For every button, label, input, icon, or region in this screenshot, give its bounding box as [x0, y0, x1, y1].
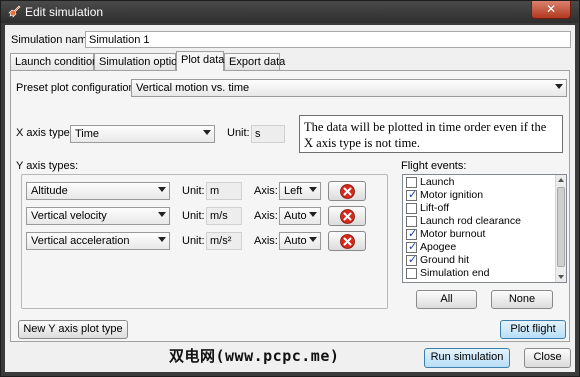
check-icon: ✓ [408, 189, 418, 201]
delete-icon [340, 209, 355, 224]
time-order-note: The data will be plotted in time order e… [299, 115, 563, 153]
yaxis-types-group: Altitude Unit: m Axis: Left Vertical vel… [21, 174, 388, 309]
yaxis-axis-select[interactable]: Auto [279, 232, 321, 250]
yaxis-type-select[interactable]: Altitude [26, 182, 170, 200]
xaxis-unit-field[interactable]: s [251, 125, 285, 143]
tab-launch-conditions[interactable]: Launch conditions [10, 53, 104, 70]
yaxis-axis-value: Left [284, 185, 303, 197]
event-label: Motor ignition [420, 189, 484, 201]
event-label: Launch [420, 176, 455, 188]
yaxis-type-value: Altitude [31, 185, 68, 197]
checkbox[interactable] [406, 268, 417, 279]
chevron-down-icon [158, 212, 166, 217]
close-button[interactable]: Close [524, 348, 571, 368]
yaxis-type-value: Vertical acceleration [31, 235, 130, 247]
window-close-button[interactable]: ✕ [531, 1, 571, 19]
xaxis-type-value: Time [75, 128, 100, 140]
scroll-up-icon[interactable] [558, 178, 564, 182]
checkbox[interactable]: ✓ [406, 254, 418, 266]
remove-yaxis-button[interactable] [328, 206, 366, 226]
delete-icon [340, 184, 355, 199]
event-label: Motor burnout [420, 228, 486, 240]
simulation-name-input[interactable]: Simulation 1 [85, 31, 571, 48]
select-none-events-button[interactable]: None [491, 290, 553, 309]
flight-events-list: Launch ✓ Motor ignition Lift-off Launch … [402, 174, 567, 283]
event-label: Ground hit [420, 254, 470, 266]
event-label: Simulation end [420, 267, 490, 279]
event-label: Lift-off [420, 202, 449, 214]
tab-plot-data[interactable]: Plot data [176, 51, 224, 71]
xaxis-type-label: X axis type: [16, 127, 73, 139]
event-label: Apogee [420, 241, 457, 253]
checkbox[interactable]: ✓ [406, 228, 418, 240]
chevron-down-icon [555, 84, 563, 89]
close-icon: ✕ [545, 2, 557, 16]
check-icon: ✓ [408, 241, 418, 253]
xaxis-type-select[interactable]: Time [70, 125, 215, 143]
yaxis-type-value: Vertical velocity [31, 210, 107, 222]
yaxis-unit-field[interactable]: m [206, 182, 242, 200]
remove-yaxis-button[interactable] [328, 231, 366, 251]
chevron-down-icon [203, 130, 211, 135]
yaxis-axis-select[interactable]: Auto [279, 207, 321, 225]
run-simulation-button[interactable]: Run simulation [424, 348, 510, 368]
yaxis-axis-select[interactable]: Left [279, 182, 321, 200]
check-icon: ✓ [408, 254, 418, 266]
delete-icon [340, 234, 355, 249]
yaxis-types-label: Y axis types: [16, 160, 79, 172]
checkbox[interactable]: ✓ [406, 241, 418, 253]
plot-data-panel: Preset plot configurations: Vertical mot… [10, 70, 570, 342]
preset-select[interactable]: Vertical motion vs. time [131, 79, 567, 97]
chevron-down-icon [158, 187, 166, 192]
title-bar[interactable]: Edit simulation ✕ [1, 1, 579, 23]
yaxis-unit-label: Unit: [182, 185, 205, 197]
checkbox[interactable] [406, 216, 417, 227]
check-icon: ✓ [408, 228, 418, 240]
preset-label: Preset plot configurations: [16, 82, 144, 94]
yaxis-axis-label: Axis: [254, 185, 278, 197]
edit-simulation-window: Edit simulation ✕ Simulation name: Simul… [0, 0, 580, 377]
tab-simulation-options[interactable]: Simulation options [94, 53, 189, 70]
new-yaxis-plot-type-button[interactable]: New Y axis plot type [18, 320, 128, 339]
chevron-down-icon [158, 237, 166, 242]
yaxis-unit-field[interactable]: m/s² [206, 232, 242, 250]
watermark-text: 双电网(www.pcpc.me) [169, 347, 340, 365]
flight-events-label: Flight events: [401, 160, 467, 172]
chevron-down-icon [309, 212, 317, 217]
preset-select-value: Vertical motion vs. time [136, 82, 250, 94]
xaxis-unit-label: Unit: [227, 127, 250, 139]
checkbox[interactable]: ✓ [406, 189, 418, 201]
dialog-body: Simulation name: Simulation 1 Launch con… [5, 25, 575, 372]
yaxis-type-select[interactable]: Vertical acceleration [26, 232, 170, 250]
select-all-events-button[interactable]: All [416, 290, 477, 309]
remove-yaxis-button[interactable] [328, 181, 366, 201]
yaxis-axis-label: Axis: [254, 235, 278, 247]
scroll-thumb[interactable] [557, 187, 565, 267]
yaxis-axis-label: Axis: [254, 210, 278, 222]
event-label: Launch rod clearance [420, 215, 521, 227]
checkbox[interactable] [406, 177, 417, 188]
flight-events-scrollbar[interactable] [555, 175, 566, 282]
plot-flight-button[interactable]: Plot flight [500, 320, 566, 339]
chevron-down-icon [309, 187, 317, 192]
scroll-down-icon[interactable] [558, 275, 564, 279]
tab-export-data[interactable]: Export data [224, 53, 285, 70]
yaxis-unit-label: Unit: [182, 235, 205, 247]
simulation-name-label: Simulation name: [11, 34, 96, 46]
yaxis-axis-value: Auto [284, 210, 307, 222]
rocket-icon [8, 5, 21, 18]
chevron-down-icon [309, 237, 317, 242]
window-title: Edit simulation [25, 5, 104, 19]
yaxis-unit-label: Unit: [182, 210, 205, 222]
yaxis-type-select[interactable]: Vertical velocity [26, 207, 170, 225]
checkbox[interactable] [406, 203, 417, 214]
yaxis-axis-value: Auto [284, 235, 307, 247]
yaxis-unit-field[interactable]: m/s [206, 207, 242, 225]
